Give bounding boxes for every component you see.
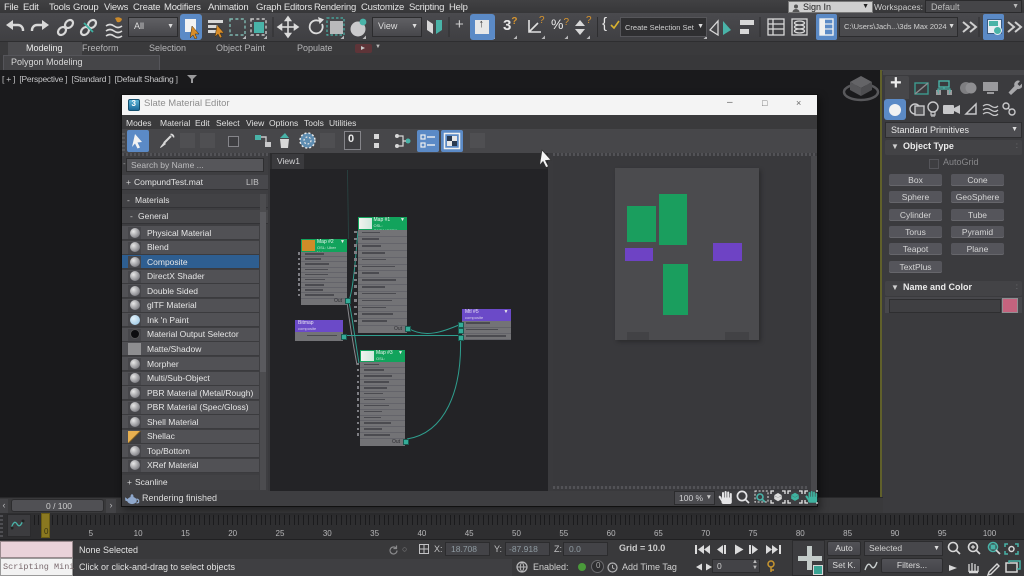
- svg-text:35: 35: [370, 529, 379, 538]
- svg-text:40: 40: [417, 529, 426, 538]
- svg-text:70: 70: [701, 529, 710, 538]
- svg-text:25: 25: [276, 529, 285, 538]
- svg-text:10: 10: [134, 529, 143, 538]
- svg-text:85: 85: [843, 529, 852, 538]
- svg-text:65: 65: [654, 529, 663, 538]
- svg-text:90: 90: [890, 529, 899, 538]
- svg-text:95: 95: [938, 529, 947, 538]
- svg-text:60: 60: [607, 529, 616, 538]
- svg-text:80: 80: [796, 529, 805, 538]
- svg-text:45: 45: [465, 529, 474, 538]
- svg-text:20: 20: [228, 529, 237, 538]
- svg-text:5: 5: [89, 529, 94, 538]
- svg-text:30: 30: [323, 529, 332, 538]
- svg-text:100: 100: [983, 529, 997, 538]
- svg-text:75: 75: [749, 529, 758, 538]
- svg-text:15: 15: [181, 529, 190, 538]
- svg-text:55: 55: [559, 529, 568, 538]
- svg-text:50: 50: [512, 529, 521, 538]
